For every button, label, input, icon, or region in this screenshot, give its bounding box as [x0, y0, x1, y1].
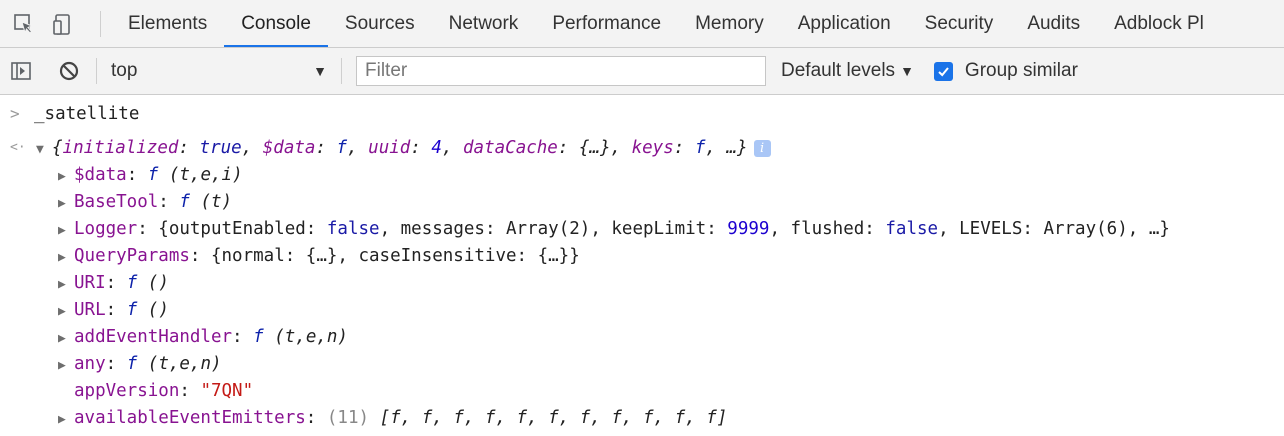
tab-sources[interactable]: Sources — [328, 0, 432, 47]
property-row[interactable]: ▶ any: f (t,e,n) — [58, 351, 222, 377]
console-output: > _satellite <· ▼ {initialized: true, $da… — [0, 95, 1284, 436]
expand-triangle-icon[interactable]: ▶ — [58, 407, 74, 433]
tab-console[interactable]: Console — [224, 0, 328, 47]
context-label: top — [111, 60, 138, 81]
expand-triangle-icon[interactable]: ▶ — [58, 326, 74, 352]
inspect-element-icon[interactable] — [10, 10, 38, 38]
toolbar-divider — [100, 10, 101, 37]
log-levels-label: Default levels — [781, 60, 896, 81]
expand-triangle-icon[interactable]: ▶ — [58, 353, 74, 379]
toolbar-divider — [341, 58, 342, 84]
checkmark-icon — [938, 66, 949, 76]
tab-security[interactable]: Security — [908, 0, 1011, 47]
property-row[interactable]: ▶ $data: f (t,e,i) — [58, 162, 243, 188]
property-row[interactable]: ▶ URI: f () — [58, 270, 169, 296]
console-toolbar: top ▼ Default levels ▼ Group similar — [0, 48, 1284, 95]
context-selector[interactable]: top ▼ — [111, 60, 341, 82]
expand-triangle-icon[interactable]: ▶ — [58, 164, 74, 190]
property-row: appVersion: "7QN" — [74, 381, 254, 401]
expand-triangle-icon[interactable]: ▶ — [58, 299, 74, 325]
tab-elements[interactable]: Elements — [111, 0, 224, 47]
expand-triangle-icon[interactable]: ▶ — [58, 218, 74, 244]
chevron-down-icon: ▼ — [313, 63, 327, 79]
property-row[interactable]: ▶ URL: f () — [58, 297, 169, 323]
tab-memory[interactable]: Memory — [678, 0, 781, 47]
property-row[interactable]: ▶ addEventHandler: f (t,e,n) — [58, 324, 348, 350]
group-similar-toggle[interactable]: Group similar — [933, 60, 1078, 82]
device-toolbar-icon[interactable] — [50, 10, 78, 38]
devtools-tab-bar: Elements Console Sources Network Perform… — [0, 0, 1284, 48]
expand-triangle-icon[interactable]: ▶ — [58, 272, 74, 298]
input-prompt-icon: > — [10, 104, 20, 123]
property-row[interactable]: ▶ Logger: {outputEnabled: false, messages… — [58, 216, 1170, 242]
property-row[interactable]: ▶ BaseTool: f (t) — [58, 189, 232, 215]
info-icon[interactable]: i — [753, 139, 771, 157]
show-sidebar-icon[interactable] — [8, 58, 34, 84]
clear-console-icon[interactable] — [56, 58, 82, 84]
tab-audits[interactable]: Audits — [1010, 0, 1097, 47]
console-input-text: _satellite — [34, 104, 140, 124]
property-row[interactable]: ▶ QueryParams: {normal: {…}, caseInsensit… — [58, 243, 580, 269]
property-row[interactable]: ▶ availableEventEmitters: (11) [f, f, f, … — [58, 405, 727, 431]
expand-triangle-icon[interactable]: ▶ — [58, 245, 74, 271]
tab-network[interactable]: Network — [432, 0, 536, 47]
chevron-down-icon: ▼ — [900, 63, 914, 79]
log-levels-dropdown[interactable]: Default levels ▼ — [781, 60, 914, 82]
group-similar-checkbox[interactable] — [933, 61, 953, 81]
tab-application[interactable]: Application — [781, 0, 908, 47]
group-similar-label: Group similar — [964, 60, 1078, 81]
expand-triangle-icon[interactable]: ▶ — [58, 191, 74, 217]
result-prompt-icon: <· — [10, 140, 26, 155]
tab-performance[interactable]: Performance — [535, 0, 678, 47]
toolbar-divider — [96, 58, 97, 84]
filter-input[interactable] — [356, 56, 766, 86]
collapse-triangle-icon[interactable]: ▼ — [36, 137, 52, 163]
tab-adblock[interactable]: Adblock Pl — [1097, 0, 1221, 47]
